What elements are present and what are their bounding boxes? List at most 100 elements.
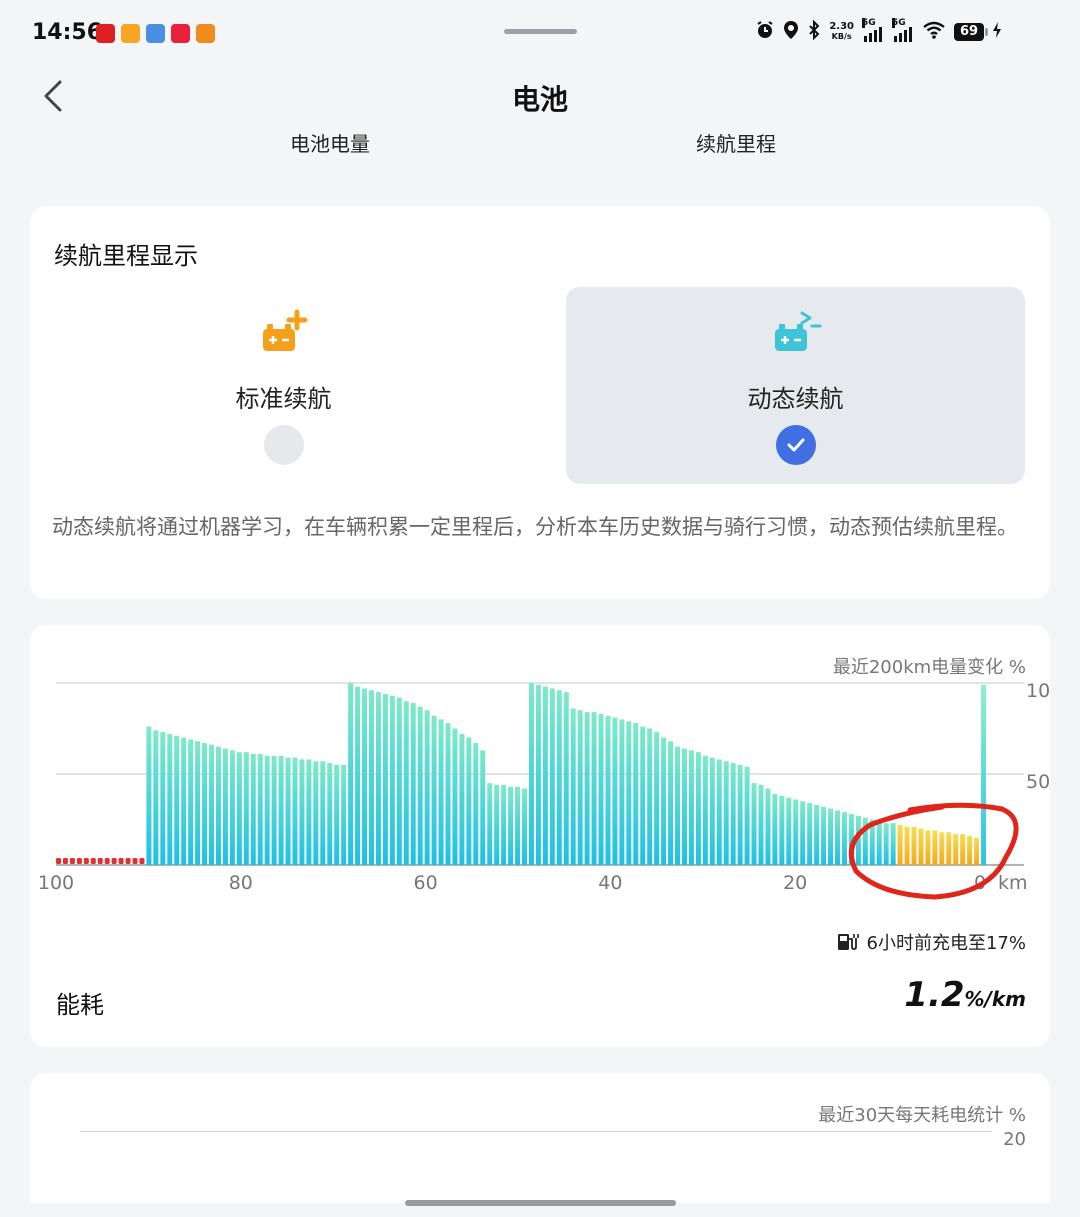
battery-change-card: 最近200km电量变化 % 10050100806040200km 6小时前充电… [30,625,1050,1047]
recharge-note-text: 6小时前充电至17% [866,933,1026,954]
chart-bar [327,763,333,865]
standard-range-option[interactable]: 标准续航 [54,287,513,484]
chart-bar [243,752,249,865]
chart-bar [250,753,256,865]
chart-bar [368,690,374,865]
chart-bar [695,752,701,865]
tab-battery-level[interactable]: 电池电量 [290,128,370,157]
chart-bar [890,823,896,865]
chart-bar [229,750,235,865]
chart-bar [320,761,326,865]
status-time: 14:56 [32,20,103,45]
energy-value: 1.2%/km [904,975,1026,1015]
chart-bar [466,737,472,865]
range-display-title: 续航里程显示 [54,242,198,270]
signal-icon-sim2: 5G [892,17,914,42]
standard-range-label: 标准续航 [235,385,332,413]
dynamic-range-label: 动态续航 [747,385,844,413]
chart-bar-no-data [139,858,145,864]
chart-bar [236,752,242,865]
chart-bar [772,794,778,865]
chart-bar [292,757,298,865]
home-indicator[interactable] [405,1200,676,1206]
chart-bar [153,730,159,865]
daily-chart-title: 最近30天每天耗电统计 % [818,1105,1026,1126]
recharge-note: 6小时前充电至17% [837,929,1026,955]
chart-bar [501,784,507,865]
chart-bar [932,830,938,865]
chart-bar [389,695,395,865]
chart-bar [737,764,743,865]
energy-value-unit: %/km [964,987,1026,1011]
chart-bar [362,688,368,865]
chart-bar [897,824,903,865]
signal-icon-sim1: 5G [862,17,884,42]
chart-bar [452,728,458,865]
chart-bar [181,737,187,865]
chart-bar [654,732,660,865]
chart-bar [918,828,924,865]
chart-bar [215,746,221,865]
chart-bar [480,750,486,865]
chart-bar-no-data [69,858,75,864]
x-tick-label: 80 [229,872,253,894]
sim2-network-type: 5G [892,17,906,28]
x-tick-label: 60 [414,872,438,894]
chart-bar [577,710,583,865]
app-icon-1 [96,24,115,43]
chart-bar-no-data [132,858,138,864]
chart-bar [445,723,451,865]
range-display-card: 续航里程显示 标准续航 动态续航 动态续航将通过机器学习，在车辆积累一定里程后，… [30,206,1050,599]
app-icon-5 [196,24,215,43]
chart-bar [375,692,381,865]
tab-range[interactable]: 续航里程 [696,128,776,157]
chart-bar [834,810,840,865]
chart-bar [967,835,973,865]
chart-bar [522,788,528,865]
chart-bar [160,732,166,865]
chart-bar [814,804,820,865]
chart-bar [974,837,980,865]
chart-bar [960,834,966,865]
chart-bar [403,701,409,865]
chart-bar [876,821,882,865]
app-icon-3 [146,24,165,43]
chart-bar-no-data [118,858,124,864]
charging-icon [992,20,1002,43]
chart-bar-no-data [90,858,96,864]
chart-bar [264,755,270,865]
battery-plus-icon [262,309,307,351]
chart-bar [334,764,340,865]
bluetooth-icon [807,19,821,43]
notification-app-icons [96,24,215,43]
wifi-icon [922,20,946,43]
chart-bar [828,808,834,865]
chart-bar [647,728,653,865]
chart-bar [939,832,945,865]
location-icon [783,20,799,43]
chart-bar-no-data [76,858,82,864]
standard-range-radio[interactable] [263,425,304,465]
chart-bar [640,726,646,865]
chart-bar [417,706,423,865]
chart-bar-no-data [104,858,110,864]
network-speed-value: 2.30 [829,20,854,32]
x-tick-label: 100 [38,872,74,894]
chart-bar [195,741,201,865]
chart-bar [341,764,347,865]
app-icon-2 [121,24,140,43]
chart-bar [570,708,576,865]
chart-bar [549,688,555,865]
chart-bar [591,712,597,865]
chart-bar [188,739,194,865]
energy-value-number: 1.2 [904,975,965,1015]
chart-bar [841,812,847,865]
dynamic-range-option[interactable]: 动态续航 [566,287,1025,484]
dynamic-range-radio[interactable] [775,425,816,465]
window-handle[interactable] [504,29,577,34]
network-speed-unit: KB/s [831,31,852,41]
chart-bar [953,834,959,865]
chart-bar [459,733,465,865]
battery-indicator: 69 [954,22,988,41]
chart-bar [431,715,437,865]
